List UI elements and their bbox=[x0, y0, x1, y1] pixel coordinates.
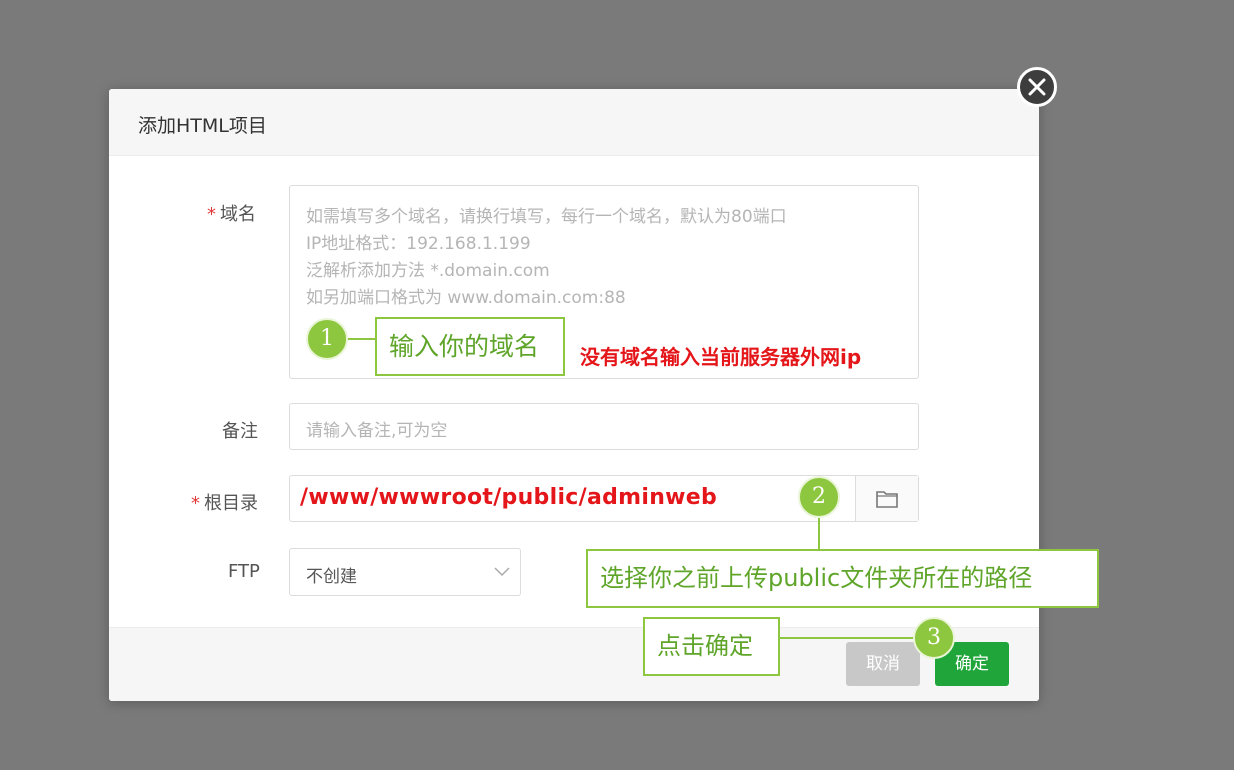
remark-label: 备注 bbox=[222, 421, 258, 442]
domain-label-text: 域名 bbox=[220, 204, 256, 225]
add-html-project-dialog: 添加HTML项目 * 域名 如需填写多个域名，请换行填写，每行一个域名，默认为80… bbox=[109, 89, 1039, 701]
remark-input[interactable]: 请输入备注,可为空 bbox=[289, 403, 919, 450]
step-3-badge: 3 bbox=[913, 617, 955, 659]
dialog-title: 添加HTML项目 bbox=[138, 115, 267, 137]
ftp-select[interactable]: 不创建 bbox=[289, 548, 521, 596]
close-button[interactable] bbox=[1017, 67, 1057, 107]
required-mark: * bbox=[207, 204, 216, 225]
cancel-button[interactable]: 取消 bbox=[846, 642, 920, 686]
domain-placeholder-line: 泛解析添加方法 *.domain.com bbox=[306, 261, 550, 281]
domain-placeholder-line: 如另加端口格式为 www.domain.com:88 bbox=[306, 288, 626, 308]
step-2-badge: 2 bbox=[798, 476, 840, 518]
required-mark: * bbox=[191, 493, 200, 514]
root-label-text: 根目录 bbox=[204, 493, 258, 514]
folder-picker-button[interactable] bbox=[855, 476, 918, 521]
dialog-header: 添加HTML项目 bbox=[109, 89, 1039, 156]
step-1-connector bbox=[348, 338, 376, 340]
ftp-selected-value: 不创建 bbox=[306, 567, 357, 587]
step-2-connector bbox=[818, 518, 820, 550]
step-1-badge: 1 bbox=[306, 318, 348, 360]
step-3-connector bbox=[779, 637, 914, 639]
close-icon bbox=[1028, 78, 1046, 96]
remark-placeholder: 请输入备注,可为空 bbox=[306, 421, 448, 441]
step-1-callout: 输入你的域名 bbox=[375, 317, 565, 376]
no-domain-note: 没有域名输入当前服务器外网ip bbox=[580, 345, 862, 369]
domain-placeholder-line: 如需填写多个域名，请换行填写，每行一个域名，默认为80端口 bbox=[306, 207, 787, 227]
root-label: * 根目录 bbox=[191, 489, 258, 515]
chevron-down-icon bbox=[494, 567, 510, 577]
domain-placeholder-line: IP地址格式：192.168.1.199 bbox=[306, 234, 531, 254]
step-3-callout: 点击确定 bbox=[643, 617, 780, 676]
root-dir-value: /www/wwwroot/public/adminweb bbox=[300, 485, 718, 510]
domain-label: * 域名 bbox=[207, 200, 256, 226]
folder-icon bbox=[876, 491, 898, 508]
step-2-callout: 选择你之前上传public文件夹所在的路径 bbox=[586, 549, 1099, 608]
ftp-label: FTP bbox=[228, 561, 260, 582]
